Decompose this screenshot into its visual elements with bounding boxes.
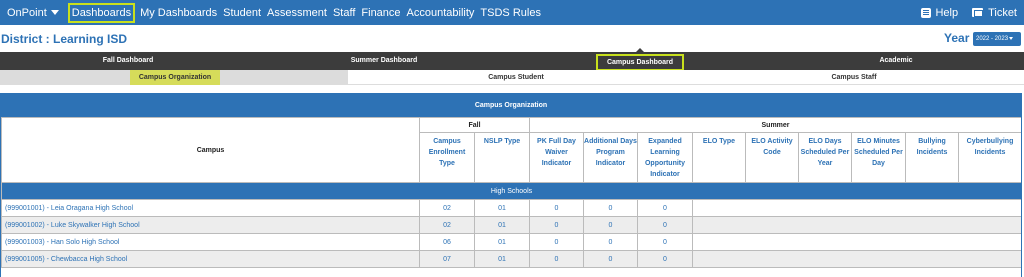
- subtab-campus-staff[interactable]: Campus Staff: [770, 70, 938, 85]
- subtab-campus-organization[interactable]: Campus Organization: [130, 70, 220, 85]
- nav-accountability[interactable]: Accountability: [404, 6, 478, 20]
- cell-elo-indicator[interactable]: 0: [637, 216, 693, 234]
- year-select[interactable]: 2022 - 2023: [973, 32, 1021, 46]
- nav-finance[interactable]: Finance: [358, 6, 403, 20]
- table-row: (999001003) - Han Solo High School 06 01…: [1, 233, 1021, 251]
- help-book-icon: [921, 7, 932, 18]
- tab-summer-dashboard[interactable]: Summer Dashboard: [256, 52, 512, 70]
- column-elo-activity-code[interactable]: ELO Activity Code: [745, 132, 799, 183]
- subtab-campus-student[interactable]: Campus Student: [430, 70, 602, 85]
- group-fall: Fall: [419, 117, 530, 133]
- cell-nslp-type[interactable]: 01: [474, 233, 530, 251]
- section-label: High Schools: [1, 182, 1021, 200]
- nav-dashboards[interactable]: Dashboards: [67, 2, 136, 23]
- ticket-icon: [972, 8, 984, 17]
- ticket-label: Ticket: [988, 6, 1017, 19]
- column-nslp-type[interactable]: NSLP Type: [474, 132, 530, 183]
- cell-nslp-type[interactable]: 01: [474, 216, 530, 234]
- cell-nslp-type[interactable]: 01: [474, 199, 530, 217]
- district-title: District : Learning ISD: [1, 32, 128, 46]
- table-row: (999001005) - Chewbacca High School 07 0…: [1, 250, 1021, 268]
- caret-down-icon: [50, 10, 59, 16]
- dashboard-tabbar: Fall Dashboard Summer Dashboard Academic: [0, 52, 1024, 70]
- nav-right: Help Ticket: [918, 0, 1024, 25]
- cell-pk-waiver[interactable]: 0: [529, 250, 584, 268]
- cell-enrollment-type[interactable]: 02: [419, 199, 475, 217]
- column-pk-full-day-waiver[interactable]: PK Full Day Waiver Indicator: [529, 132, 584, 183]
- panel-title: Campus Organization: [1, 94, 1021, 117]
- nav-student[interactable]: Student: [220, 6, 264, 20]
- campus-organization-panel: Campus Organization Campus Fall Summer C…: [0, 93, 1022, 277]
- brand-label: OnPoint: [7, 6, 47, 19]
- cell-pk-waiver[interactable]: 0: [529, 199, 584, 217]
- tab-campus-dashboard[interactable]: Campus Dashboard: [596, 54, 684, 71]
- column-campus-enrollment-type[interactable]: Campus Enrollment Type: [419, 132, 475, 183]
- campus-organization-table: Campus Fall Summer Campus Enrollment Typ…: [1, 117, 1021, 268]
- year-selected-value: 2022 - 2023: [976, 36, 1009, 42]
- campus-link[interactable]: (999001005) - Chewbacca High School: [1, 250, 420, 268]
- column-cyberbullying-incidents[interactable]: Cyberbullying Incidents: [957, 132, 1021, 183]
- column-elo-type[interactable]: ELO Type: [692, 132, 746, 183]
- active-tab-pointer: [636, 48, 644, 52]
- cell-pk-waiver[interactable]: 0: [529, 233, 584, 251]
- help-link[interactable]: Help: [918, 6, 961, 20]
- table-row: (999001002) - Luke Skywalker High School…: [1, 216, 1021, 234]
- nav-tsds-rules[interactable]: TSDS Rules: [477, 6, 544, 20]
- tab-fall-dashboard[interactable]: Fall Dashboard: [0, 52, 256, 70]
- tab-academic[interactable]: Academic: [768, 52, 1024, 70]
- column-additional-days-program[interactable]: Additional Days Program Indicator: [583, 132, 638, 183]
- campus-link[interactable]: (999001001) - Leia Oragana High School: [1, 199, 420, 217]
- column-campus: Campus: [1, 117, 420, 183]
- campus-link[interactable]: (999001002) - Luke Skywalker High School: [1, 216, 420, 234]
- brand-menu[interactable]: OnPoint: [4, 6, 66, 20]
- column-expanded-learning-opportunity[interactable]: Expanded Learning Opportunity Indicator: [637, 132, 693, 183]
- cell-elo-indicator[interactable]: 0: [637, 199, 693, 217]
- group-header-row: Campus Fall Summer: [1, 117, 1021, 183]
- cell-additional-days[interactable]: 0: [583, 250, 638, 268]
- cell-additional-days[interactable]: 0: [583, 233, 638, 251]
- campus-subtabs: Campus Organization Campus Student Campu…: [0, 70, 1024, 85]
- cell-pk-waiver[interactable]: 0: [529, 216, 584, 234]
- column-elo-minutes-per-day[interactable]: ELO Minutes Scheduled Per Day: [851, 132, 906, 183]
- chevron-down-icon: [1009, 36, 1014, 40]
- cell-enrollment-type[interactable]: 07: [419, 250, 475, 268]
- year-label: Year: [944, 31, 970, 45]
- ticket-link[interactable]: Ticket: [969, 6, 1020, 20]
- nav-my-dashboards[interactable]: My Dashboards: [137, 6, 220, 20]
- campus-link[interactable]: (999001003) - Han Solo High School: [1, 233, 420, 251]
- cell-elo-indicator[interactable]: 0: [637, 250, 693, 268]
- cell-enrollment-type[interactable]: 02: [419, 216, 475, 234]
- cell-additional-days[interactable]: 0: [583, 216, 638, 234]
- cell-empty: [691, 233, 1021, 251]
- cell-nslp-type[interactable]: 01: [474, 250, 530, 268]
- cell-empty: [691, 250, 1021, 268]
- nav-staff[interactable]: Staff: [330, 6, 358, 20]
- nav-assessment[interactable]: Assessment: [264, 6, 330, 20]
- column-bullying-incidents[interactable]: Bullying Incidents: [905, 132, 959, 183]
- table-row: (999001001) - Leia Oragana High School 0…: [1, 199, 1021, 217]
- top-navbar: OnPoint Dashboards My Dashboards Student…: [0, 0, 1024, 25]
- cell-additional-days[interactable]: 0: [583, 199, 638, 217]
- group-summer: Summer: [528, 117, 1021, 133]
- cell-enrollment-type[interactable]: 06: [419, 233, 475, 251]
- section-row-high-schools: High Schools: [1, 182, 1021, 200]
- help-label: Help: [935, 6, 959, 19]
- column-elo-days-per-year[interactable]: ELO Days Scheduled Per Year: [798, 132, 852, 183]
- cell-elo-indicator[interactable]: 0: [637, 233, 693, 251]
- cell-empty: [691, 216, 1021, 234]
- cell-empty: [691, 199, 1021, 217]
